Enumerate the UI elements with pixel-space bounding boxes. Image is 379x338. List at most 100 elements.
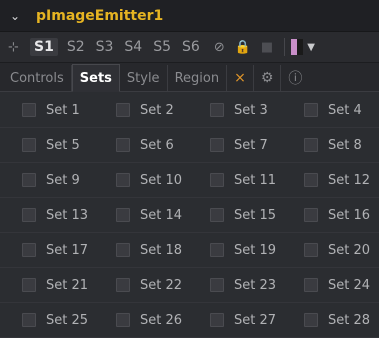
checkbox-box[interactable] <box>304 103 318 117</box>
checkbox-box[interactable] <box>116 138 130 152</box>
color-swatch[interactable] <box>291 39 304 55</box>
checkbox-box[interactable] <box>116 278 130 292</box>
checkbox-box[interactable] <box>210 243 224 257</box>
set-checkbox[interactable]: Set 27 <box>188 313 282 328</box>
set-checkbox[interactable]: Set 1 <box>0 103 94 118</box>
checkbox-box[interactable] <box>116 243 130 257</box>
checkbox-box[interactable] <box>210 173 224 187</box>
set-checkbox[interactable]: Set 12 <box>282 173 376 188</box>
set-checkbox[interactable]: Set 15 <box>188 208 282 223</box>
set-label: Set 5 <box>46 137 80 153</box>
checkbox-box[interactable] <box>210 313 224 327</box>
reset-icon[interactable]: ■ <box>261 40 273 55</box>
slot-s6-button[interactable]: S6 <box>180 39 202 55</box>
node-header: ⌄ pImageEmitter1 <box>0 0 379 32</box>
checkbox-box[interactable] <box>116 173 130 187</box>
set-checkbox[interactable]: Set 16 <box>282 208 376 223</box>
slot-s1-button[interactable]: S1 <box>30 38 58 56</box>
checkbox-box[interactable] <box>22 208 36 222</box>
set-checkbox[interactable]: Set 23 <box>188 278 282 293</box>
checkbox-box[interactable] <box>22 173 36 187</box>
set-checkbox[interactable]: Set 25 <box>0 313 94 328</box>
checkbox-box[interactable] <box>210 103 224 117</box>
sets-grid: Set 1 Set 2 Set 3 Set 4 Set 5 Set 6 Set … <box>0 93 379 338</box>
checkbox-box[interactable] <box>22 278 36 292</box>
checkbox-box[interactable] <box>22 138 36 152</box>
toolbar-divider <box>284 38 286 56</box>
tab-info-icon[interactable]: ⓘ <box>281 65 309 91</box>
inspector-tabs: Controls Sets Style Region ⨯ ⚙ ⓘ <box>0 63 379 92</box>
checkbox-box[interactable] <box>116 103 130 117</box>
slot-s4-button[interactable]: S4 <box>122 39 144 55</box>
set-checkbox[interactable]: Set 9 <box>0 173 94 188</box>
set-label: Set 1 <box>46 102 80 118</box>
checkbox-box[interactable] <box>304 138 318 152</box>
checkbox-box[interactable] <box>22 313 36 327</box>
disable-icon[interactable]: ⊘ <box>214 40 225 55</box>
set-checkbox[interactable]: Set 28 <box>282 313 376 328</box>
checkbox-box[interactable] <box>116 208 130 222</box>
set-checkbox[interactable]: Set 18 <box>94 243 188 258</box>
checkbox-box[interactable] <box>304 208 318 222</box>
set-checkbox[interactable]: Set 20 <box>282 243 376 258</box>
tab-settings-gear-icon[interactable]: ⚙ <box>254 65 282 91</box>
slot-s5-button[interactable]: S5 <box>151 39 173 55</box>
set-label: Set 22 <box>140 277 183 293</box>
set-checkbox[interactable]: Set 24 <box>282 278 376 293</box>
set-label: Set 24 <box>328 277 371 293</box>
checkbox-box[interactable] <box>22 103 36 117</box>
checkbox-box[interactable] <box>116 313 130 327</box>
checkbox-box[interactable] <box>22 243 36 257</box>
set-checkbox[interactable]: Set 4 <box>282 103 376 118</box>
checkbox-box[interactable] <box>210 208 224 222</box>
set-label: Set 26 <box>140 312 183 328</box>
set-label: Set 20 <box>328 242 371 258</box>
set-label: Set 4 <box>328 102 362 118</box>
set-checkbox[interactable]: Set 8 <box>282 138 376 153</box>
lock-icon[interactable]: 🔒 <box>235 40 251 55</box>
set-checkbox[interactable]: Set 14 <box>94 208 188 223</box>
set-label: Set 17 <box>46 242 89 258</box>
sets-row: Set 5 Set 6 Set 7 Set 8 <box>0 128 379 163</box>
sets-row: Set 25 Set 26 Set 27 Set 28 <box>0 303 379 338</box>
set-checkbox[interactable]: Set 5 <box>0 138 94 153</box>
set-checkbox[interactable]: Set 6 <box>94 138 188 153</box>
set-checkbox[interactable]: Set 10 <box>94 173 188 188</box>
swatch-dropdown-icon[interactable]: ▼ <box>307 42 315 53</box>
pin-icon[interactable]: ⊹ <box>8 40 30 55</box>
set-label: Set 28 <box>328 312 371 328</box>
set-checkbox[interactable]: Set 3 <box>188 103 282 118</box>
checkbox-box[interactable] <box>304 173 318 187</box>
set-checkbox[interactable]: Set 11 <box>188 173 282 188</box>
tab-region[interactable]: Region <box>168 65 228 91</box>
set-checkbox[interactable]: Set 17 <box>0 243 94 258</box>
set-label: Set 12 <box>328 172 371 188</box>
set-label: Set 23 <box>234 277 277 293</box>
tab-controls[interactable]: Controls <box>3 65 72 91</box>
checkbox-box[interactable] <box>304 278 318 292</box>
tab-transform-axes-icon[interactable]: ⨯ <box>227 65 254 91</box>
collapse-chevron-icon[interactable]: ⌄ <box>10 9 24 23</box>
set-checkbox[interactable]: Set 22 <box>94 278 188 293</box>
sets-row: Set 21 Set 22 Set 23 Set 24 <box>0 268 379 303</box>
set-checkbox[interactable]: Set 26 <box>94 313 188 328</box>
slot-s2-button[interactable]: S2 <box>65 39 87 55</box>
set-label: Set 6 <box>140 137 174 153</box>
checkbox-box[interactable] <box>210 278 224 292</box>
set-checkbox[interactable]: Set 7 <box>188 138 282 153</box>
checkbox-box[interactable] <box>210 138 224 152</box>
slot-s3-button[interactable]: S3 <box>94 39 116 55</box>
set-checkbox[interactable]: Set 13 <box>0 208 94 223</box>
set-label: Set 13 <box>46 207 89 223</box>
sets-row: Set 17 Set 18 Set 19 Set 20 <box>0 233 379 268</box>
node-title: pImageEmitter1 <box>36 7 164 24</box>
checkbox-box[interactable] <box>304 243 318 257</box>
tab-sets[interactable]: Sets <box>71 64 120 92</box>
set-checkbox[interactable]: Set 19 <box>188 243 282 258</box>
checkbox-box[interactable] <box>304 313 318 327</box>
set-checkbox[interactable]: Set 2 <box>94 103 188 118</box>
set-label: Set 9 <box>46 172 80 188</box>
set-checkbox[interactable]: Set 21 <box>0 278 94 293</box>
set-label: Set 7 <box>234 137 268 153</box>
tab-style[interactable]: Style <box>120 65 168 91</box>
